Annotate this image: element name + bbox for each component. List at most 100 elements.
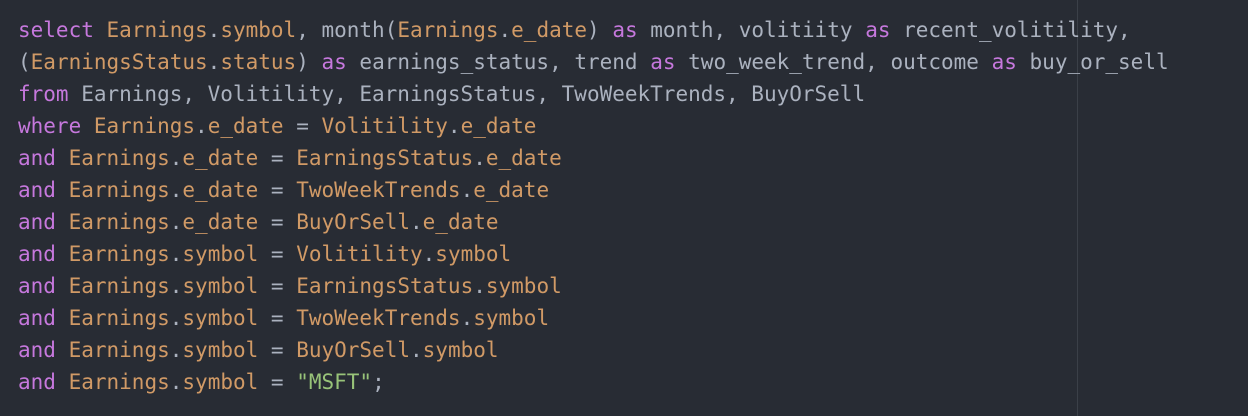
plain-token: ) (587, 18, 613, 42)
plain-token: . (169, 146, 183, 170)
code-line[interactable]: and Earnings.e_date = BuyOrSell.e_date (18, 206, 1248, 238)
plain-token: earnings_status, trend (346, 50, 651, 74)
keyword-token: where (18, 114, 82, 138)
plain-token: . (473, 274, 486, 298)
plain-token: month, volitiity (637, 18, 866, 42)
plain-token: ) (296, 50, 322, 74)
identifier-token: Earnings (68, 370, 170, 394)
identifier-token: Volitility (321, 114, 448, 138)
identifier-token: e_date (460, 114, 537, 138)
plain-token: . (410, 338, 423, 362)
plain-token: . (169, 210, 183, 234)
plain-token: . (169, 242, 183, 266)
code-line[interactable]: (EarningsStatus.status) as earnings_stat… (18, 46, 1248, 78)
plain-token: ( (18, 50, 31, 74)
keyword-token: and (18, 210, 56, 234)
identifier-token: Earnings (68, 178, 170, 202)
identifier-token: e_date (473, 178, 550, 202)
plain-token: ; (372, 370, 385, 394)
identifier-token: e_date (511, 18, 588, 42)
code-line[interactable]: and Earnings.symbol = "MSFT"; (18, 366, 1248, 398)
identifier-token: EarningsStatus (296, 274, 474, 298)
code-line[interactable]: and Earnings.e_date = TwoWeekTrends.e_da… (18, 174, 1248, 206)
code-line[interactable]: from Earnings, Volitility, EarningsStatu… (18, 78, 1248, 110)
identifier-token: symbol (220, 18, 297, 42)
plain-token: . (460, 306, 474, 330)
keyword-token: and (18, 146, 56, 170)
code-line[interactable]: and Earnings.e_date = EarningsStatus.e_d… (18, 142, 1248, 174)
keyword-token: and (18, 306, 56, 330)
identifier-token: symbol (473, 306, 550, 330)
identifier-token: Earnings (106, 18, 208, 42)
identifier-token: EarningsStatus (30, 50, 208, 74)
code-line[interactable]: select Earnings.symbol, month(Earnings.e… (18, 14, 1248, 46)
plain-token: . (207, 18, 221, 42)
plain-token: . (447, 114, 461, 138)
identifier-token: Earnings (397, 18, 499, 42)
identifier-token: e_date (182, 210, 259, 234)
identifier-token: Earnings (68, 146, 170, 170)
identifier-token: TwoWeekTrends (296, 306, 461, 330)
plain-token: = (258, 306, 297, 330)
plain-token: = (258, 242, 297, 266)
keyword-token: as (612, 18, 638, 42)
plain-token: . (473, 146, 486, 170)
plain-token: = (258, 210, 297, 234)
plain-token: . (410, 210, 423, 234)
code-line[interactable]: and Earnings.symbol = Volitility.symbol (18, 238, 1248, 270)
plain-token: . (169, 306, 183, 330)
identifier-token: symbol (182, 274, 259, 298)
identifier-token: Earnings (68, 338, 170, 362)
keyword-token: as (865, 18, 891, 42)
identifier-token: symbol (182, 306, 259, 330)
identifier-token: e_date (422, 210, 499, 234)
keyword-token: and (18, 178, 56, 202)
identifier-token: TwoWeekTrends (296, 178, 461, 202)
identifier-token: symbol (422, 338, 499, 362)
plain-token: . (422, 242, 436, 266)
string-token: "MSFT" (296, 370, 373, 394)
code-line[interactable]: where Earnings.e_date = Volitility.e_dat… (18, 110, 1248, 142)
plain-token: = (283, 114, 322, 138)
code-lines[interactable]: select Earnings.symbol, month(Earnings.e… (18, 14, 1248, 398)
plain-token: = (258, 370, 297, 394)
identifier-token: Earnings (68, 306, 170, 330)
keyword-token: as (650, 50, 676, 74)
identifier-token: BuyOrSell (296, 210, 410, 234)
code-line[interactable]: and Earnings.symbol = BuyOrSell.symbol (18, 334, 1248, 366)
identifier-token: Volitility (296, 242, 423, 266)
plain-token: . (207, 50, 221, 74)
identifier-token: e_date (485, 146, 562, 170)
identifier-token: symbol (485, 274, 562, 298)
plain-token: . (460, 178, 474, 202)
identifier-token: symbol (182, 242, 259, 266)
identifier-token: Earnings (68, 242, 170, 266)
identifier-token: BuyOrSell (296, 338, 410, 362)
code-line[interactable]: and Earnings.symbol = TwoWeekTrends.symb… (18, 302, 1248, 334)
code-line[interactable]: and Earnings.symbol = EarningsStatus.sym… (18, 270, 1248, 302)
plain-token: buy_or_sell (1016, 50, 1169, 74)
keyword-token: as (991, 50, 1017, 74)
identifier-token: status (220, 50, 297, 74)
identifier-token: symbol (435, 242, 512, 266)
code-editor[interactable]: select Earnings.symbol, month(Earnings.e… (0, 0, 1248, 416)
plain-token: . (169, 338, 183, 362)
identifier-token: Earnings (93, 114, 196, 138)
keyword-token: and (18, 370, 56, 394)
keyword-token: from (18, 82, 69, 106)
plain-token: = (258, 178, 297, 202)
keyword-token: and (18, 338, 56, 362)
identifier-token: Earnings (68, 210, 170, 234)
identifier-token: symbol (182, 370, 259, 394)
plain-token: . (498, 18, 512, 42)
